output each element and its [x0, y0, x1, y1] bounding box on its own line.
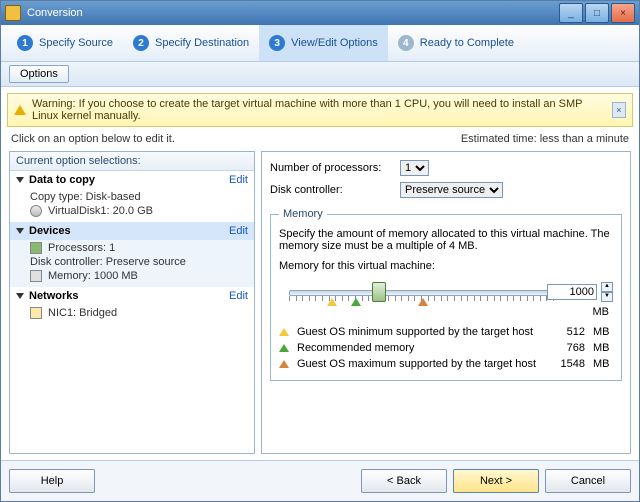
cancel-button[interactable]: Cancel	[545, 469, 631, 493]
chevron-down-icon	[16, 177, 24, 183]
memory-input[interactable]	[547, 284, 597, 300]
section-networks[interactable]: Networks Edit	[10, 287, 254, 305]
step-label: Specify Source	[39, 37, 113, 49]
marker-icon	[279, 360, 289, 368]
wizard-step-options[interactable]: 3 View/Edit Options	[259, 25, 388, 61]
disk-icon	[30, 205, 42, 217]
section-title: Networks	[29, 290, 79, 302]
options-bar: Options	[1, 62, 639, 87]
warning-close-button[interactable]: ×	[612, 102, 626, 118]
memory-group: Memory Specify the amount of memory allo…	[270, 208, 622, 381]
list-item[interactable]: Copy type: Disk-based	[30, 190, 248, 204]
memory-slider[interactable]: ▲▼	[279, 276, 613, 310]
wizard-step-ready[interactable]: 4 Ready to Complete	[388, 25, 524, 61]
window-title: Conversion	[27, 7, 83, 19]
nic-icon	[30, 307, 42, 319]
slider-marker	[351, 298, 361, 306]
step-label: View/Edit Options	[291, 37, 378, 49]
step-number-icon: 1	[17, 35, 33, 51]
titlebar[interactable]: Conversion _ □ ×	[1, 1, 639, 25]
warning-text: Warning: If you choose to create the tar…	[32, 98, 606, 122]
next-button[interactable]: Next >	[453, 469, 539, 493]
legend-value: 1548	[545, 358, 585, 370]
cpu-icon	[30, 242, 42, 254]
legend-value: 512	[545, 326, 585, 338]
wizard-step-destination[interactable]: 2 Specify Destination	[123, 25, 259, 61]
maximize-button[interactable]: □	[585, 3, 609, 23]
panel-title: Current option selections:	[10, 152, 254, 171]
section-data-to-copy[interactable]: Data to copy Edit	[10, 171, 254, 189]
instruction-text: Click on an option below to edit it.	[11, 133, 175, 145]
warning-bar: Warning: If you choose to create the tar…	[7, 93, 633, 127]
chevron-down-icon	[16, 228, 24, 234]
slider-marker	[327, 298, 337, 306]
estimate-text: Estimated time: less than a minute	[461, 133, 629, 145]
list-item[interactable]: Disk controller: Preserve source	[30, 255, 248, 269]
marker-icon	[279, 344, 289, 352]
legend-unit: MB	[593, 326, 613, 338]
slider-marker	[418, 298, 428, 306]
memory-help-text: Specify the amount of memory allocated t…	[279, 228, 613, 252]
list-item[interactable]: Memory: 1000 MB	[30, 269, 248, 283]
memory-spinner[interactable]: ▲▼	[601, 282, 613, 302]
warning-icon	[14, 105, 26, 115]
legend-row: Guest OS minimum supported by the target…	[279, 324, 613, 340]
wizard-steps: 1 Specify Source 2 Specify Destination 3…	[1, 25, 639, 62]
section-devices[interactable]: Devices Edit	[10, 222, 254, 240]
list-item[interactable]: VirtualDisk1: 20.0 GB	[30, 204, 248, 218]
legend-row: Recommended memory 768 MB	[279, 340, 613, 356]
list-item[interactable]: Processors: 1	[30, 241, 248, 255]
list-item[interactable]: NIC1: Bridged	[30, 306, 248, 320]
minimize-button[interactable]: _	[559, 3, 583, 23]
legend-text: Guest OS minimum supported by the target…	[297, 326, 537, 338]
close-button[interactable]: ×	[611, 3, 635, 23]
edit-link[interactable]: Edit	[229, 225, 248, 237]
processors-label: Number of processors:	[270, 162, 390, 174]
disk-controller-select[interactable]: Preserve source	[400, 182, 503, 198]
section-title: Devices	[29, 225, 71, 237]
help-button[interactable]: Help	[9, 469, 95, 493]
marker-icon	[279, 328, 289, 336]
legend-row: Guest OS maximum supported by the target…	[279, 356, 613, 372]
disk-controller-label: Disk controller:	[270, 184, 390, 196]
footer: Help < Back Next > Cancel	[1, 460, 639, 501]
edit-link[interactable]: Edit	[229, 174, 248, 186]
legend-text: Recommended memory	[297, 342, 537, 354]
chevron-down-icon	[16, 293, 24, 299]
step-number-icon: 2	[133, 35, 149, 51]
options-list-panel: Current option selections: Data to copy …	[9, 151, 255, 454]
processors-select[interactable]: 1	[400, 160, 429, 176]
step-label: Specify Destination	[155, 37, 249, 49]
memory-icon	[30, 270, 42, 282]
legend-unit: MB	[593, 358, 613, 370]
step-label: Ready to Complete	[420, 37, 514, 49]
options-button[interactable]: Options	[9, 65, 69, 83]
edit-link[interactable]: Edit	[229, 290, 248, 302]
back-button[interactable]: < Back	[361, 469, 447, 493]
section-title: Data to copy	[29, 174, 95, 186]
detail-panel: Number of processors: 1 Disk controller:…	[261, 151, 631, 454]
memory-legend: Memory	[279, 208, 327, 220]
step-number-icon: 4	[398, 35, 414, 51]
wizard-step-source[interactable]: 1 Specify Source	[7, 25, 123, 61]
step-number-icon: 3	[269, 35, 285, 51]
legend-unit: MB	[593, 342, 613, 354]
app-icon	[5, 5, 21, 21]
slider-thumb[interactable]	[372, 282, 386, 302]
legend-text: Guest OS maximum supported by the target…	[297, 358, 537, 370]
memory-field-label: Memory for this virtual machine:	[279, 260, 613, 272]
legend-value: 768	[545, 342, 585, 354]
